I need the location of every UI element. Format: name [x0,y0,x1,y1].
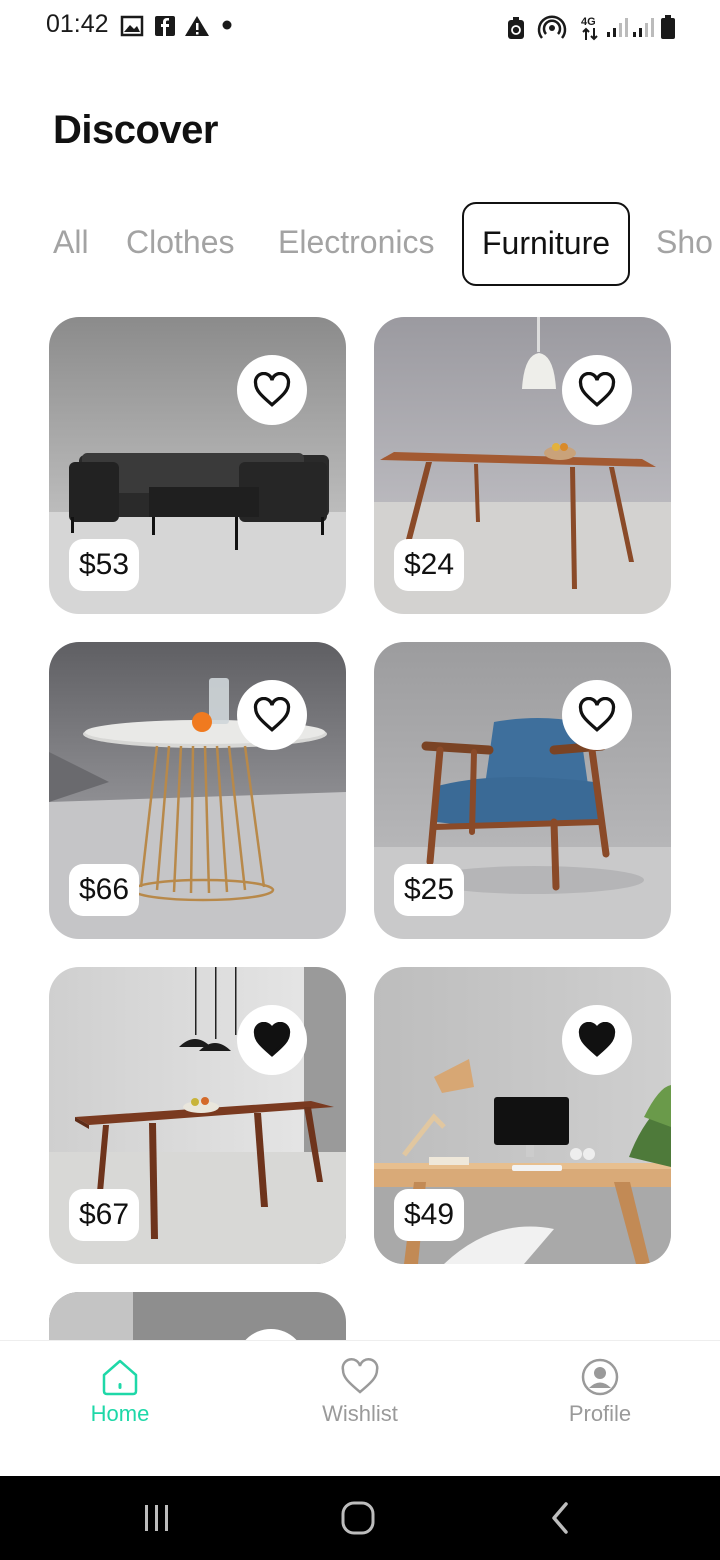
heart-filled-icon [578,1022,616,1057]
favorite-button[interactable] [562,680,632,750]
hotspot-icon [537,15,567,39]
product-card[interactable]: $49 [374,967,671,1264]
heart-outline-icon [578,372,616,407]
price-badge: $66 [69,864,140,916]
recents-icon[interactable] [140,1502,174,1534]
nav-home-label: Home [90,1401,150,1426]
nav-wishlist-label: Wishlist [322,1401,398,1426]
nav-wishlist[interactable]: Wishlist [240,1341,480,1477]
price-badge: $25 [394,864,465,916]
product-card[interactable] [49,1292,346,1340]
clock: 01:42 [46,10,109,38]
status-bar: 01:42 4G [0,0,720,56]
category-tabs: All Clothes Electronics Furniture Sho [0,202,720,286]
bottom-navigation: Home Wishlist Profile [0,1340,720,1477]
nav-home[interactable]: Home [0,1341,240,1477]
tab-shoes[interactable]: Sho [656,202,713,282]
product-card[interactable]: $67 [49,967,346,1264]
facebook-icon [155,16,175,36]
signal-icon [607,18,628,37]
home-icon [102,1359,138,1396]
product-card[interactable]: $53 [49,317,346,614]
tab-furniture[interactable]: Furniture [462,202,631,286]
heart-outline-icon [578,697,616,732]
tab-electronics[interactable]: Electronics [278,202,435,282]
favorite-button[interactable] [237,680,307,750]
home-circle-icon[interactable] [340,1500,376,1536]
heart-outline-icon [253,372,291,407]
back-icon[interactable] [546,1500,574,1536]
profile-icon [581,1358,619,1396]
signal-icon [633,18,654,37]
tab-all[interactable]: All [53,202,89,282]
svg-text:4G: 4G [581,16,596,28]
nav-profile[interactable]: Profile [480,1341,720,1477]
battery-saver-icon [508,17,524,39]
favorite-button[interactable] [562,1005,632,1075]
dot-icon [222,20,232,30]
nav-profile-label: Profile [568,1401,632,1426]
favorite-button[interactable] [237,355,307,425]
product-card[interactable]: $24 [374,317,671,614]
tab-clothes[interactable]: Clothes [126,202,235,282]
heart-icon [341,1358,379,1394]
favorite-button[interactable] [237,1005,307,1075]
price-badge: $49 [394,1189,465,1241]
product-card[interactable]: $25 [374,642,671,939]
heart-filled-icon [253,1022,291,1057]
price-badge: $24 [394,539,465,591]
product-image [49,1292,346,1340]
battery-icon [661,15,675,39]
product-card[interactable]: $66 [49,642,346,939]
gallery-icon [120,15,144,37]
alert-icon [185,16,209,36]
price-badge: $53 [69,539,140,591]
system-navigation-bar [0,1476,720,1560]
favorite-button[interactable] [562,355,632,425]
price-badge: $67 [69,1189,140,1241]
page-title: Discover [53,108,218,152]
heart-outline-icon [253,697,291,732]
4g-icon: 4G [581,16,598,41]
